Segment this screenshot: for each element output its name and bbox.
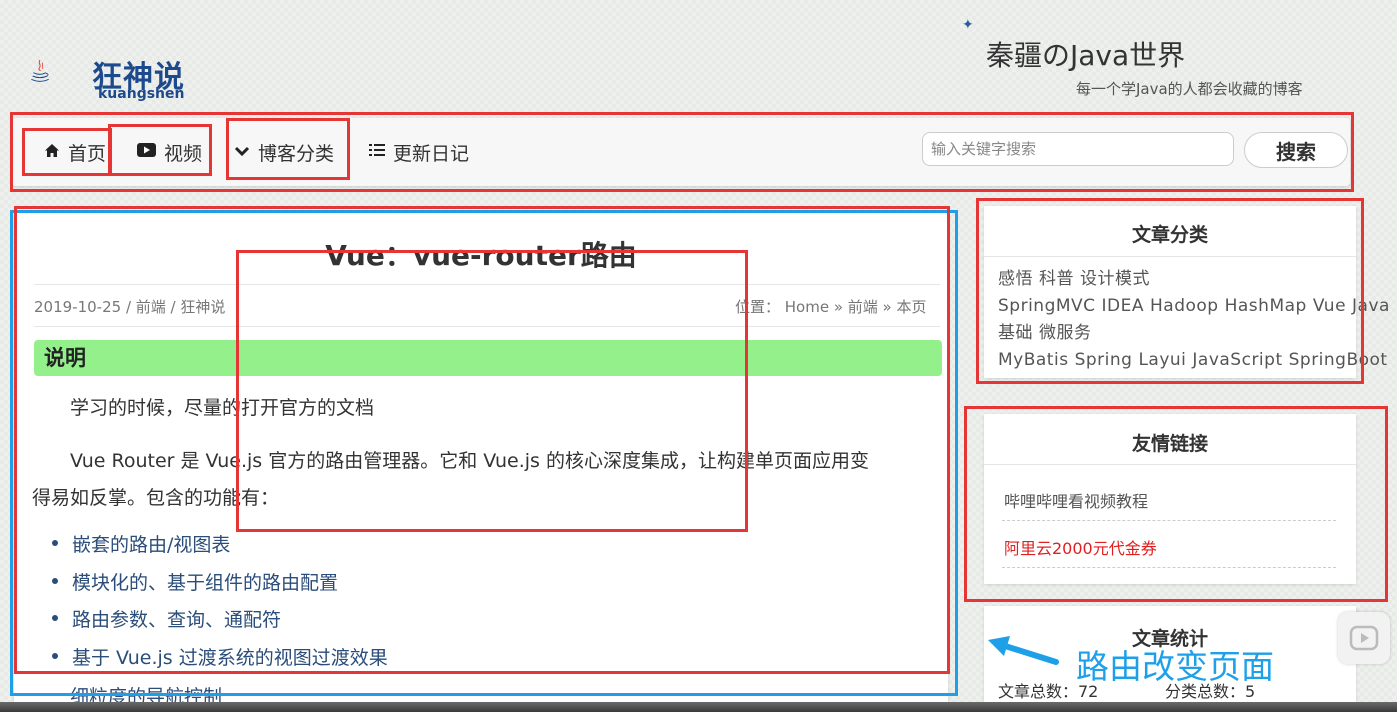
- annotation-box-content: [236, 250, 748, 532]
- annotation-box-categories: [976, 198, 1364, 384]
- sparkle-icon: ✦: [962, 17, 974, 33]
- video-progress-bar[interactable]: [0, 702, 1397, 712]
- annotation-label: 路由改变页面: [1076, 647, 1274, 686]
- logo-subtext: kuangshen: [98, 86, 185, 102]
- annotation-box-home: [22, 128, 112, 176]
- annotation-box-links: [964, 406, 1388, 602]
- annotation-box-video: [108, 124, 212, 176]
- java-cup-logo-icon: [31, 59, 49, 82]
- site-subtitle: 每一个学Java的人都会收藏的博客: [1076, 80, 1303, 98]
- site-title: 秦疆のJava世界: [986, 39, 1186, 72]
- annotation-box-category: [226, 118, 350, 180]
- arrow-icon: [988, 636, 1059, 665]
- play-button[interactable]: [1338, 612, 1390, 664]
- play-icon: [1349, 625, 1379, 651]
